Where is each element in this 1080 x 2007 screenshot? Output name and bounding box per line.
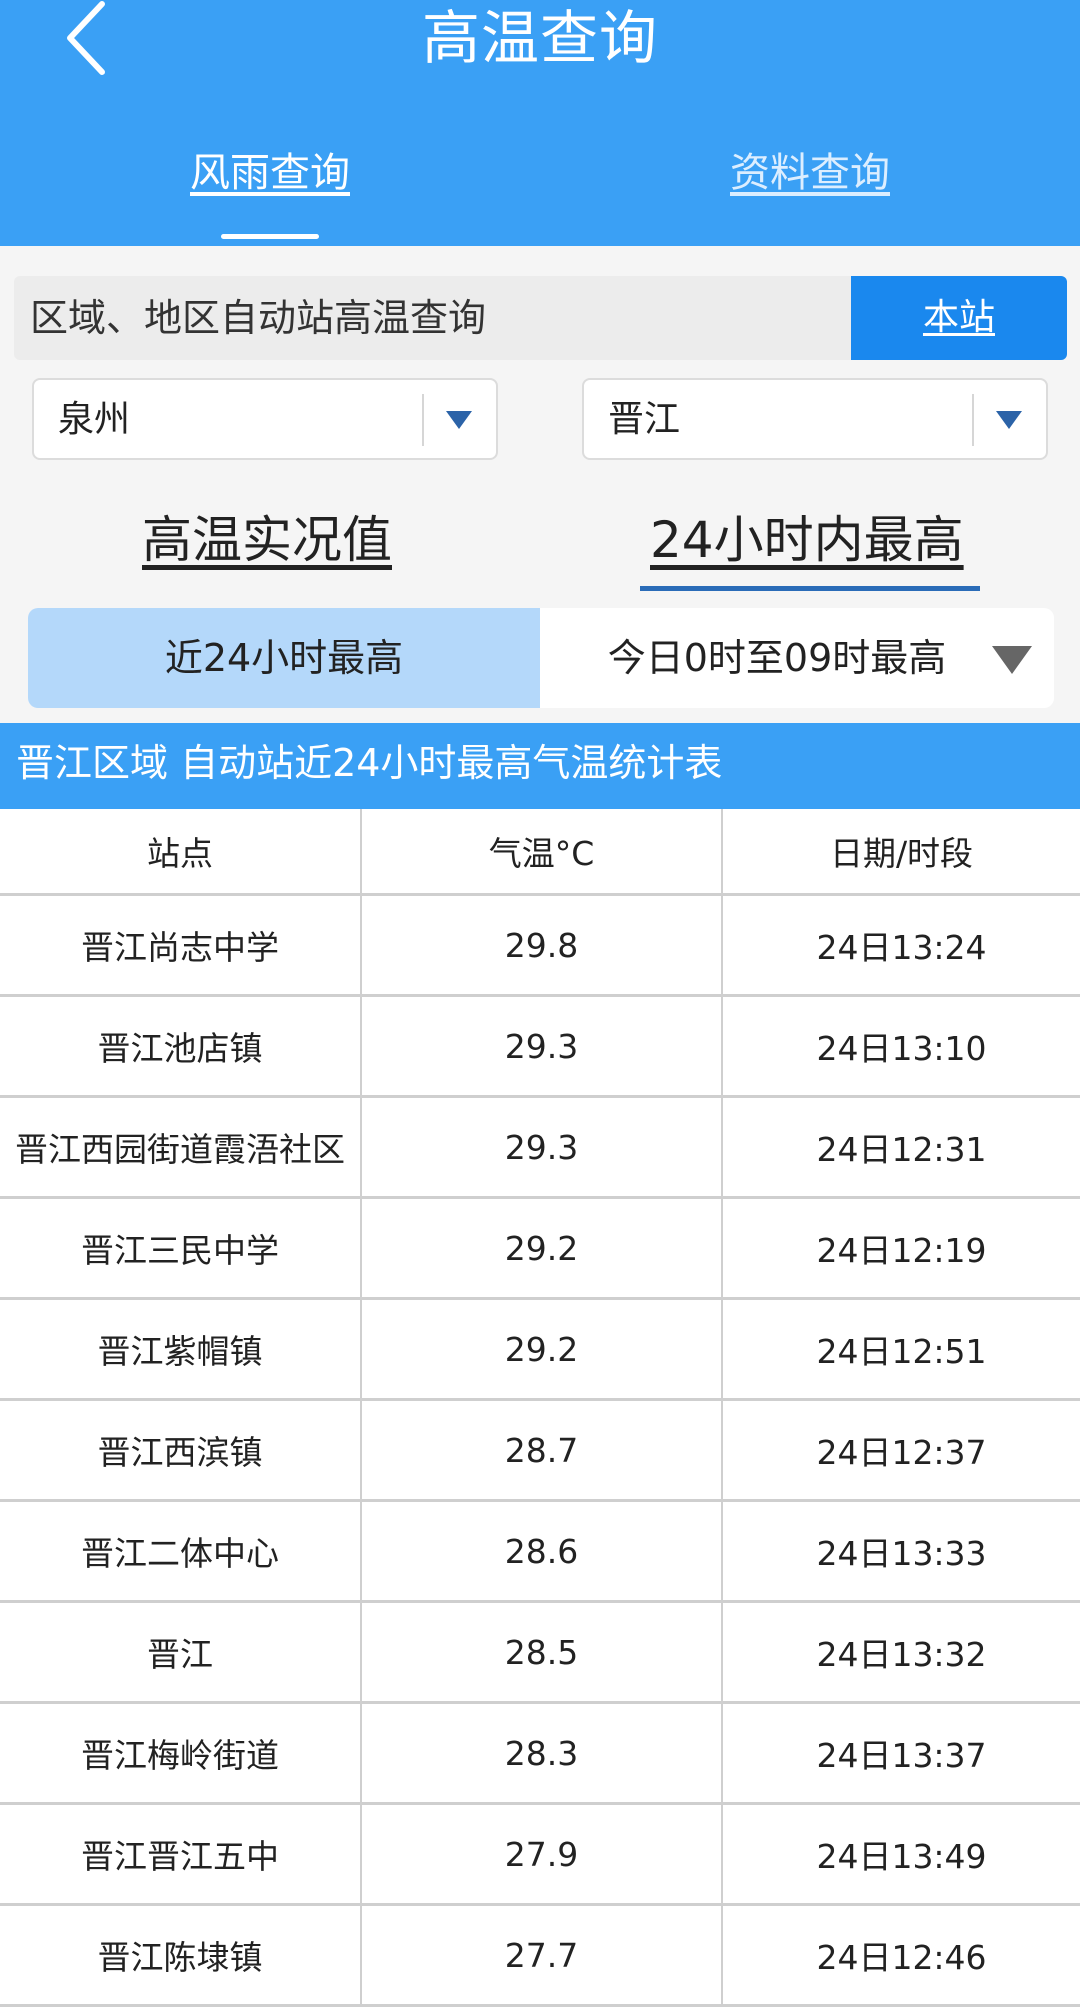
cell-station: 晋江 xyxy=(0,1603,362,1701)
cell-datetime: 24日13:10 xyxy=(816,1029,987,1068)
cell-station: 晋江梅岭街道 xyxy=(0,1704,362,1802)
column-header-datetime: 日期/时段 xyxy=(829,834,974,873)
table-header-row: 站点 气温°C 日期/时段 xyxy=(0,809,1080,896)
segment-today-dropdown[interactable]: 今日0时至09时最高 xyxy=(540,608,1054,708)
district-select[interactable]: 晋江 xyxy=(582,378,1048,460)
cell-temperature: 27.7 xyxy=(362,1906,723,2004)
select-divider xyxy=(972,394,974,446)
query-label: 区域、地区自动站高温查询 xyxy=(30,296,487,340)
table-row: 晋江陈埭镇 27.7 24日12:46 xyxy=(0,1906,1080,2007)
cell-datetime: 24日13:33 xyxy=(816,1534,987,1573)
table-row: 晋江晋江五中 27.9 24日13:49 xyxy=(0,1805,1080,1906)
cell-temperature: 27.9 xyxy=(362,1805,723,1903)
cell-datetime: 24日13:24 xyxy=(816,928,987,967)
dropdown-arrow-icon xyxy=(996,411,1022,429)
table-row: 晋江三民中学 29.2 24日12:19 xyxy=(0,1199,1080,1300)
select-divider xyxy=(422,394,424,446)
cell-datetime: 24日12:51 xyxy=(816,1332,987,1371)
cell-temperature: 28.5 xyxy=(362,1603,723,1701)
dropdown-arrow-icon xyxy=(446,411,472,429)
table-row: 晋江梅岭街道 28.3 24日13:37 xyxy=(0,1704,1080,1805)
mode-tab-indicator xyxy=(640,586,980,591)
cell-station: 晋江陈埭镇 xyxy=(0,1906,362,2004)
table-row: 晋江西园街道霞浯社区 29.3 24日12:31 xyxy=(0,1098,1080,1199)
table-title: 晋江区域 自动站近24小时最高气温统计表 xyxy=(0,723,1080,809)
tab-24h-max[interactable]: 24小时内最高 xyxy=(650,500,964,572)
tab-data-query[interactable]: 资料查询 xyxy=(540,140,1080,198)
district-select-value: 晋江 xyxy=(608,399,681,440)
cell-datetime: 24日12:19 xyxy=(816,1231,987,1270)
period-segmented-control: 近24小时最高 今日0时至09时最高 xyxy=(28,608,1054,708)
this-station-button[interactable]: 本站 xyxy=(851,276,1067,360)
temperature-table: 站点 气温°C 日期/时段 晋江尚志中学 29.8 24日13:24 晋江池店镇 29.… xyxy=(0,809,1080,2007)
cell-temperature: 29.3 xyxy=(362,997,723,1095)
cell-temperature: 28.6 xyxy=(362,1502,723,1600)
cell-station: 晋江尚志中学 xyxy=(0,896,362,994)
caret-down-icon xyxy=(992,646,1032,674)
cell-station: 晋江三民中学 xyxy=(0,1199,362,1297)
table-row: 晋江池店镇 29.3 24日13:10 xyxy=(0,997,1080,1098)
cell-datetime: 24日12:31 xyxy=(816,1130,987,1169)
table-row: 晋江尚志中学 29.8 24日13:24 xyxy=(0,896,1080,997)
cell-station: 晋江西园街道霞浯社区 xyxy=(0,1098,362,1196)
column-header-temperature: 气温°C xyxy=(362,809,723,893)
app-header: 高温查询 风雨查询 资料查询 xyxy=(0,0,1080,246)
table-row: 晋江二体中心 28.6 24日13:33 xyxy=(0,1502,1080,1603)
city-select[interactable]: 泉州 xyxy=(32,378,498,460)
cell-datetime: 24日13:49 xyxy=(816,1837,987,1876)
cell-datetime: 24日12:46 xyxy=(816,1938,987,1977)
tab-wind-rain-query[interactable]: 风雨查询 xyxy=(0,140,540,198)
cell-station: 晋江西滨镇 xyxy=(0,1401,362,1499)
page-title: 高温查询 xyxy=(421,4,658,72)
cell-datetime: 24日13:37 xyxy=(816,1736,987,1775)
cell-temperature: 29.8 xyxy=(362,896,723,994)
cell-station: 晋江紫帽镇 xyxy=(0,1300,362,1398)
cell-temperature: 29.2 xyxy=(362,1300,723,1398)
active-tab-indicator xyxy=(221,234,319,239)
cell-station: 晋江池店镇 xyxy=(0,997,362,1095)
table-row: 晋江 28.5 24日13:32 xyxy=(0,1603,1080,1704)
query-bar: 区域、地区自动站高温查询 xyxy=(14,276,851,360)
city-select-value: 泉州 xyxy=(58,399,131,440)
column-header-station: 站点 xyxy=(0,809,362,893)
table-row: 晋江西滨镇 28.7 24日12:37 xyxy=(0,1401,1080,1502)
cell-temperature: 28.3 xyxy=(362,1704,723,1802)
tab-realtime-high-temp[interactable]: 高温实况值 xyxy=(142,500,392,572)
cell-station: 晋江二体中心 xyxy=(0,1502,362,1600)
table-row: 晋江紫帽镇 29.2 24日12:51 xyxy=(0,1300,1080,1401)
segment-last-24h[interactable]: 近24小时最高 xyxy=(28,608,540,708)
segment-today-label: 今日0时至09时最高 xyxy=(607,636,947,680)
cell-station: 晋江晋江五中 xyxy=(0,1805,362,1903)
cell-temperature: 29.2 xyxy=(362,1199,723,1297)
cell-temperature: 29.3 xyxy=(362,1098,723,1196)
cell-datetime: 24日13:32 xyxy=(816,1635,987,1674)
cell-datetime: 24日12:37 xyxy=(816,1433,987,1472)
cell-temperature: 28.7 xyxy=(362,1401,723,1499)
